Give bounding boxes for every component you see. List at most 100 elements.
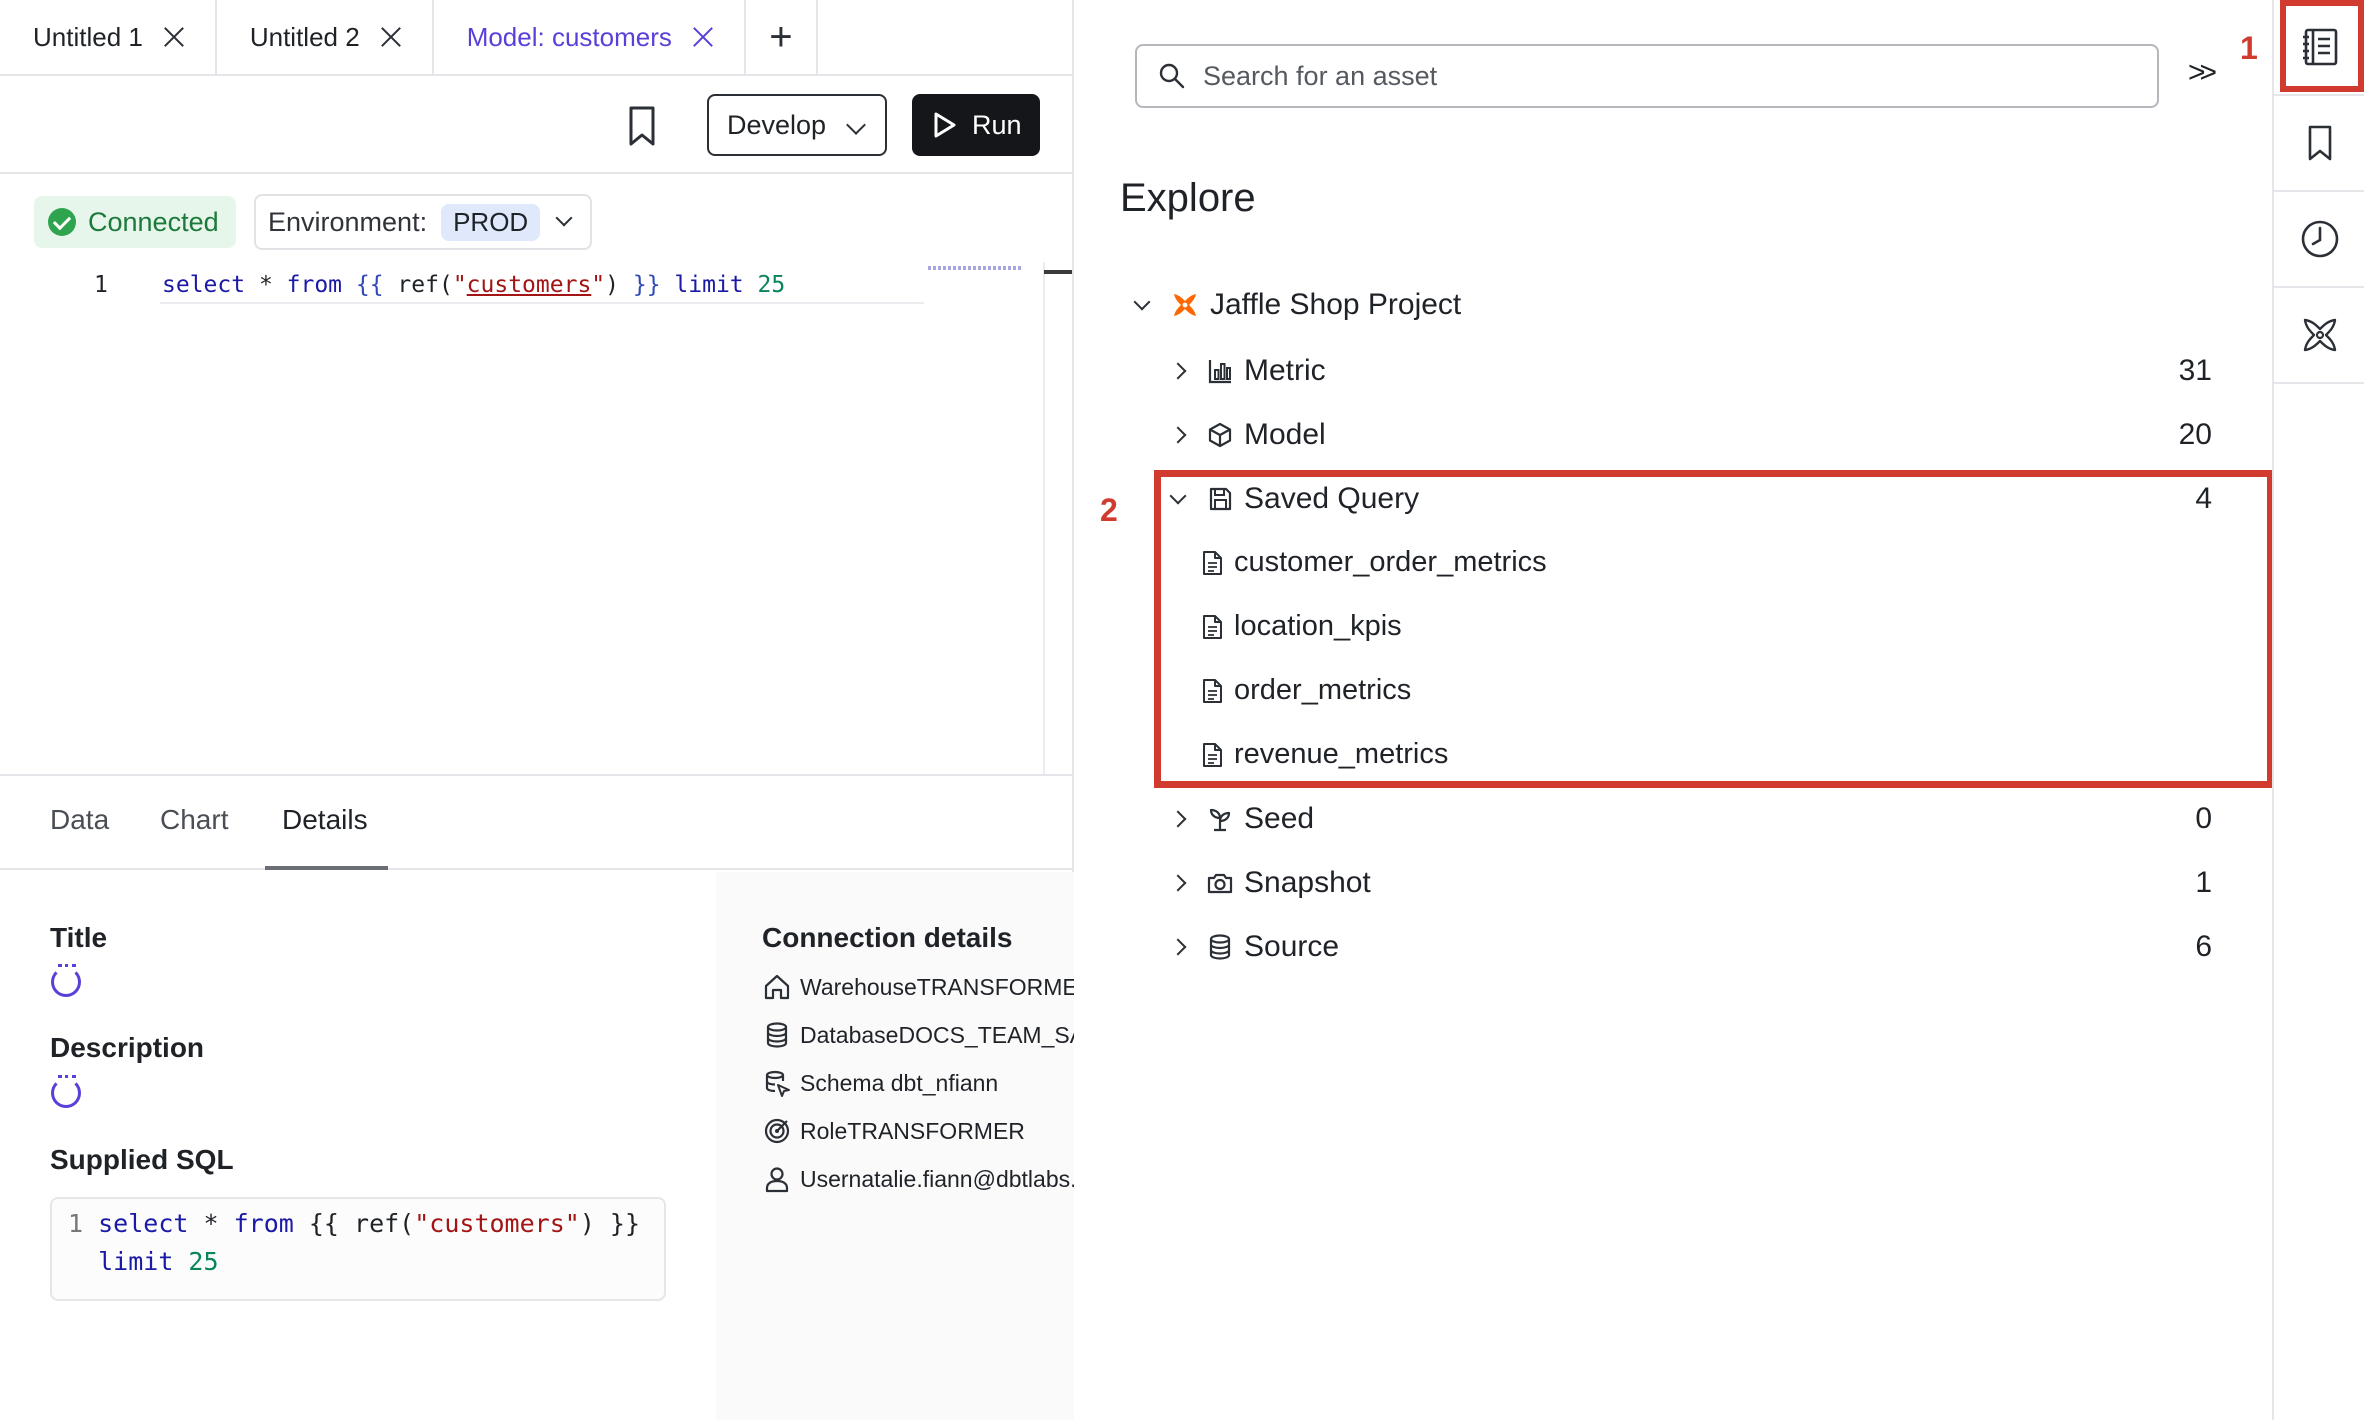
environment-label: Environment: [268,206,428,237]
user-icon [765,1167,789,1193]
group-count: 1 [2195,866,2212,899]
tab-data[interactable]: Data [50,804,109,836]
environment-select[interactable]: Environment: PROD [254,194,592,250]
tab-model-customers[interactable]: Model: customers [434,0,746,74]
connected-label: Connected [88,206,219,237]
connection-text: RoleTRANSFORMER [800,1117,1025,1144]
plus-icon: + [769,14,793,59]
tab-label: Model: customers [466,21,672,52]
dbt-logo-icon [1174,294,1196,316]
line-number: 1 [68,1209,84,1238]
line-number: 1 [94,272,108,298]
seed-icon [1209,808,1231,832]
chevron-right-icon [1169,810,1187,828]
role-icon [764,1118,790,1144]
code-ref-name: customers [466,272,592,298]
code-keyword: select [162,272,246,298]
source-icon [1209,934,1231,960]
close-icon[interactable] [163,26,185,48]
supplied-sql-heading: Supplied SQL [50,1144,234,1175]
dbt-logo-icon [2303,318,2337,352]
group-label: Source [1244,930,1340,963]
code-token: * [245,272,287,298]
collapse-panel-button[interactable]: >> [2188,56,2217,90]
code-template: }} [619,272,675,298]
right-icon-rail [2272,0,2364,1420]
close-icon[interactable] [380,26,402,48]
tab-untitled-2[interactable]: Untitled 2 [217,0,434,74]
tree-group-seed[interactable]: Seed [1169,802,1314,836]
code-string: " [452,272,467,298]
description-heading: Description [50,1032,205,1063]
code-keyword: limit [98,1247,174,1276]
scrollbar-marker[interactable] [1044,270,1072,274]
dbt-copilot-button[interactable] [2274,288,2364,384]
bookmark-button[interactable] [622,104,662,148]
code-keyword: from [286,272,343,298]
editor-toolbar: Develop Run [0,78,1074,174]
connected-badge: Connected [34,196,236,248]
code-function: ref( [397,272,453,298]
editor-divider [1043,262,1045,774]
tree-project-jaffle-shop[interactable]: Jaffle Shop Project [1133,288,1461,322]
bookmarks-panel-button[interactable] [2274,96,2364,192]
develop-label: Develop [727,109,827,140]
code-editor[interactable]: 1 select * from {{ ref("customers") }} l… [0,262,1074,774]
tree-group-metric[interactable]: Metric [1169,354,1326,388]
environment-value: PROD [441,203,541,241]
chevron-down-icon [1133,293,1151,311]
active-tab-indicator [265,866,388,870]
code-line[interactable]: select * from {{ ref("customers") }} lim… [160,270,924,304]
check-circle-icon [48,208,76,236]
schema-icon [765,1070,790,1097]
tab-chart[interactable]: Chart [160,804,228,836]
code-token: * [188,1209,234,1238]
code-keyword: select [98,1209,189,1238]
chevron-right-icon [1169,874,1187,892]
connection-warehouse: WarehouseTRANSFORMER [762,972,1074,1002]
explore-title: Explore [1120,176,1256,220]
tree-group-source[interactable]: Source [1169,930,1340,964]
snapshot-icon [1207,873,1233,894]
code-string: "customers" [414,1209,580,1238]
connection-details-background [716,872,1074,1420]
tree-group-model[interactable]: Model [1169,418,1326,452]
history-panel-button[interactable] [2274,192,2364,288]
add-tab-button[interactable]: + [746,0,818,74]
run-label: Run [972,109,1022,140]
annotation-number: 1 [2240,30,2258,66]
model-icon [1208,422,1232,448]
develop-dropdown[interactable]: Develop [707,94,887,156]
chevron-right-icon [1169,938,1187,956]
chevron-down-icon [555,209,573,227]
metric-icon [1208,360,1231,384]
group-label: Snapshot [1244,866,1371,899]
bookmark-icon [629,106,655,146]
code-token: {{ ref( [293,1209,415,1238]
code-number: 25 [173,1247,219,1276]
title-heading: Title [50,922,108,953]
tree-group-snapshot[interactable]: Snapshot [1169,866,1371,900]
connection-text: DatabaseDOCS_TEAM_SANDBOX [800,1021,1074,1048]
group-label: Model [1244,418,1326,451]
tab-details[interactable]: Details [282,804,368,836]
tab-untitled-1[interactable]: Untitled 1 [0,0,217,74]
connection-database: DatabaseDOCS_TEAM_SANDBOX [762,1020,1074,1050]
database-icon [766,1022,788,1048]
details-panel: Title Description Supplied SQL 1 select … [0,872,1074,1420]
connection-text: WarehouseTRANSFORMER [800,973,1074,1000]
tab-label: Untitled 1 [33,21,143,52]
close-icon[interactable] [692,26,714,48]
connection-user: Usernatalie.fiann@dbtlabs.com [762,1164,1074,1194]
search-input[interactable] [1203,60,2103,92]
code-token: ) }} [579,1209,641,1238]
chevron-right-icon [1169,426,1187,444]
query-editor-pane: Untitled 1 Untitled 2 Model: customers +… [0,0,1074,1420]
asset-search[interactable] [1135,44,2159,108]
group-count: 20 [2178,418,2212,451]
chevron-right-icon [1169,362,1187,380]
group-count: 0 [2195,802,2212,835]
run-button[interactable]: Run [912,94,1040,156]
connection-role: RoleTRANSFORMER [762,1116,1074,1146]
minimap[interactable] [928,266,1022,270]
